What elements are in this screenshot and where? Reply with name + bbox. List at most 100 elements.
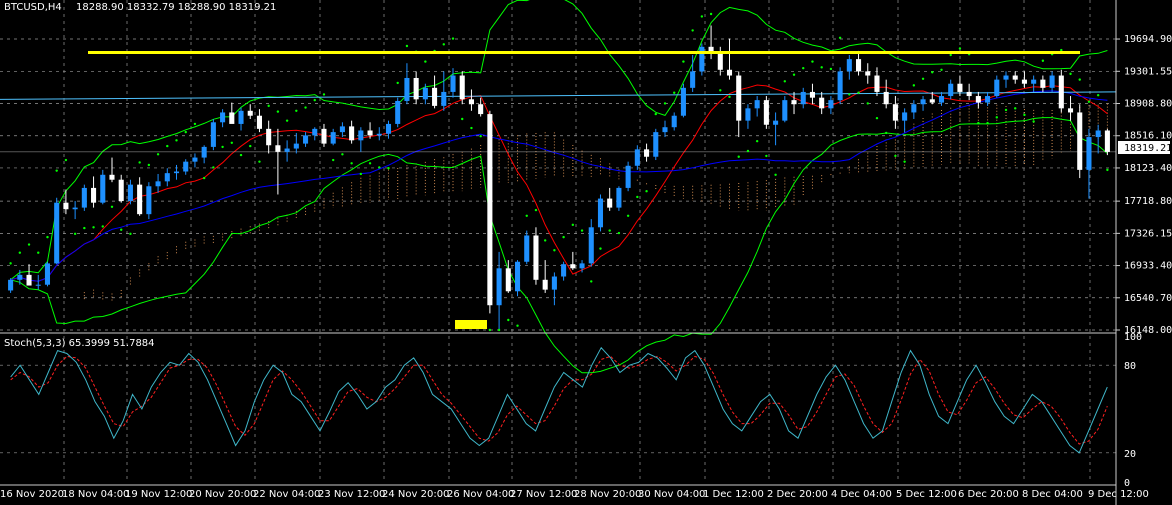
psar-dot — [866, 102, 869, 105]
bear-candle — [975, 96, 981, 103]
indicator-lines — [0, 0, 1117, 374]
bull-candle — [385, 123, 392, 134]
bear-candle — [717, 53, 723, 70]
bear-candle — [413, 77, 419, 100]
psar-dot — [239, 153, 243, 157]
bull-candle — [680, 87, 686, 116]
bear-candle — [966, 91, 972, 97]
bear-candle — [1104, 130, 1110, 152]
bear-candle — [118, 179, 124, 202]
bear-candle — [229, 112, 235, 124]
time-axis-label: 24 Nov 20:00 — [382, 489, 449, 500]
bull-candle — [173, 171, 180, 174]
bear-candle — [726, 69, 733, 76]
bull-candle — [1086, 137, 1092, 170]
psar-dot — [1069, 72, 1072, 76]
bear-candle — [266, 128, 272, 146]
bull-candle — [754, 100, 760, 109]
bull-candle — [551, 276, 557, 290]
bear-candle — [892, 104, 898, 121]
price-axis-label: 19694.90 — [1124, 34, 1172, 45]
psar-dot — [110, 205, 114, 208]
stoch-signal-line — [10, 355, 1108, 445]
ma-slow-line — [10, 90, 1108, 282]
bull-candle — [155, 181, 161, 187]
psar-dot — [673, 91, 676, 94]
stoch-level-label: 100 — [1124, 332, 1142, 343]
psar-dot — [359, 172, 363, 176]
bear-candle — [468, 99, 474, 105]
psar-dot — [534, 208, 538, 212]
psar-dot — [921, 77, 925, 81]
bear-candle — [137, 184, 143, 215]
psar-dot — [37, 251, 40, 254]
chart-grid — [0, 0, 1116, 482]
psar-dot — [27, 243, 31, 246]
bull-candle — [671, 115, 677, 128]
psar-dot — [663, 102, 667, 105]
bull-candle — [773, 120, 779, 125]
psar-dot — [940, 68, 943, 71]
bull-candle — [625, 165, 631, 188]
bull-candle — [911, 104, 917, 113]
bull-candle — [1049, 75, 1055, 88]
bull-candle — [441, 91, 447, 106]
bear-candle — [459, 75, 465, 100]
bear-candle — [763, 100, 769, 125]
time-axis-label: 6 Dec 20:00 — [958, 489, 1019, 500]
bear-candle — [1077, 112, 1083, 170]
bull-candle — [782, 100, 788, 121]
psar-dot — [1032, 120, 1035, 123]
bear-candle — [321, 128, 327, 144]
psar-dot — [848, 93, 851, 96]
stoch-main-line — [10, 346, 1108, 454]
psar-dot — [617, 231, 621, 235]
bull-candle — [201, 146, 207, 158]
bull-candle — [303, 135, 309, 144]
bear-candle — [91, 187, 97, 203]
bull-candle — [330, 132, 336, 144]
psar-dot — [1096, 94, 1100, 97]
psar-dot — [129, 232, 132, 236]
stoch-level-label: 20 — [1124, 449, 1136, 460]
bull-candle — [902, 112, 908, 121]
bear-candle — [256, 115, 262, 129]
bull-candle — [690, 71, 696, 88]
time-axis-label: 19 Nov 12:00 — [125, 489, 192, 500]
psar-dot — [92, 226, 95, 229]
bull-candle — [938, 96, 945, 103]
bull-candle — [404, 77, 410, 101]
psar-dot — [9, 262, 12, 265]
psar-dot — [368, 162, 372, 165]
psar-dot — [147, 163, 151, 167]
bear-candle — [570, 264, 576, 269]
price-axis-label: 18516.10 — [1124, 131, 1172, 142]
psar-dot — [562, 235, 565, 239]
psar-dot — [258, 160, 261, 163]
bull-candle — [284, 148, 290, 152]
psar-dot — [543, 239, 547, 242]
psar-dot — [387, 167, 390, 170]
bull-candle — [220, 112, 226, 123]
bull-candle — [616, 187, 622, 208]
psar-dot — [728, 95, 731, 99]
psar-dot — [958, 47, 962, 50]
psar-dot — [626, 214, 630, 218]
bear-candle — [1067, 108, 1074, 113]
bull-candle — [588, 227, 594, 264]
time-axis-label: 28 Nov 20:00 — [574, 489, 641, 500]
psar-dot — [599, 247, 602, 250]
psar-dot — [507, 318, 510, 322]
psar-dot — [497, 328, 501, 332]
bull-candle — [339, 126, 345, 133]
psar-dot — [156, 153, 160, 156]
psar-dot — [1087, 100, 1091, 103]
psar-dot — [903, 160, 906, 163]
bear-candle — [736, 75, 742, 121]
bear-candle — [865, 71, 871, 76]
time-axis-label: 9 Dec 12:00 — [1088, 489, 1149, 500]
psar-dot — [792, 73, 796, 76]
psar-dot — [378, 166, 381, 169]
psar-dot — [884, 131, 888, 135]
psar-dot — [719, 89, 722, 92]
